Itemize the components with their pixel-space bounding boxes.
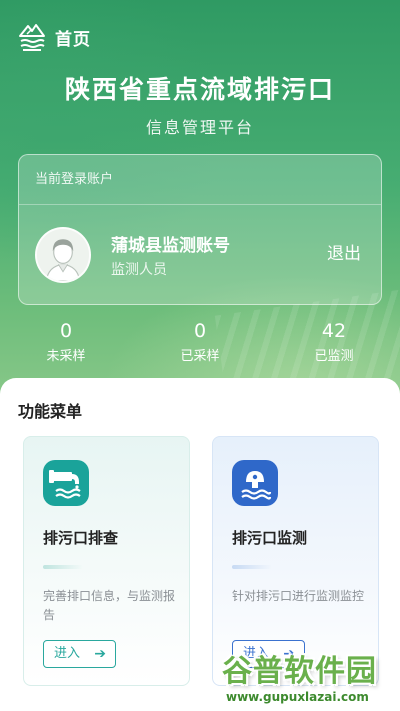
account-role: 监测人员 <box>111 262 167 278</box>
water-monitor-icon <box>232 460 278 506</box>
card-description: 针对排污口进行监测监控 <box>232 589 365 603</box>
top-bar: 首页 <box>18 20 91 54</box>
logout-button[interactable]: 退出 <box>327 239 361 264</box>
account-name: 蒲城县监测账号 <box>111 236 230 256</box>
watermark-text: 谷普软件园 <box>222 654 377 689</box>
app-logo-icon <box>19 24 45 51</box>
card-divider <box>43 565 83 569</box>
stat-unsampled[interactable]: 0 未采样 <box>26 318 106 368</box>
card-description: 完善排口信息，与监测报告 <box>43 589 176 622</box>
enter-button[interactable]: 进入 ➔ <box>43 640 116 668</box>
home-title: 首页 <box>55 29 91 50</box>
stat-label: 已采样 <box>180 349 220 364</box>
page-subtitle: 信息管理平台 <box>145 118 254 137</box>
stat-sampled[interactable]: 0 已采样 <box>160 318 240 368</box>
account-card-heading: 当前登录账户 <box>19 155 381 205</box>
stat-value: 0 <box>193 320 207 342</box>
stat-label: 未采样 <box>46 349 86 364</box>
stat-label: 已监测 <box>314 349 354 364</box>
menu-card-outlet-survey[interactable]: 排污口排查 完善排口信息，与监测报告 进入 ➔ <box>23 436 190 686</box>
stat-value: 42 <box>321 320 347 342</box>
user-avatar-icon <box>37 229 89 281</box>
page-title: 陕西省重点流域排污口 <box>64 75 335 104</box>
menu-title: 功能菜单 <box>18 402 83 421</box>
watermark: 谷普软件园 www.gupuxlazai.com <box>220 646 400 711</box>
drain-pipe-icon <box>43 460 89 506</box>
avatar <box>35 227 91 283</box>
account-card: 当前登录账户 蒲城县监测账号 监测人员 退出 <box>18 154 382 305</box>
watermark-url: www.gupuxlazai.com <box>226 690 369 704</box>
card-title: 排污口监测 <box>232 529 308 547</box>
stats-row: 0 未采样 0 已采样 42 已监测 <box>0 318 400 370</box>
arrow-right-icon: ➔ <box>94 646 106 662</box>
stat-value: 0 <box>59 320 73 342</box>
account-info: 蒲城县监测账号 监测人员 退出 <box>19 205 381 305</box>
header-banner: 首页 陕西省重点流域排污口 信息管理平台 当前登录账户 蒲城县监测账号 监测人员… <box>0 0 400 410</box>
stat-monitored[interactable]: 42 已监测 <box>294 318 374 368</box>
enter-label: 进入 <box>54 646 81 661</box>
card-title: 排污口排查 <box>43 529 119 547</box>
card-divider <box>232 565 272 569</box>
